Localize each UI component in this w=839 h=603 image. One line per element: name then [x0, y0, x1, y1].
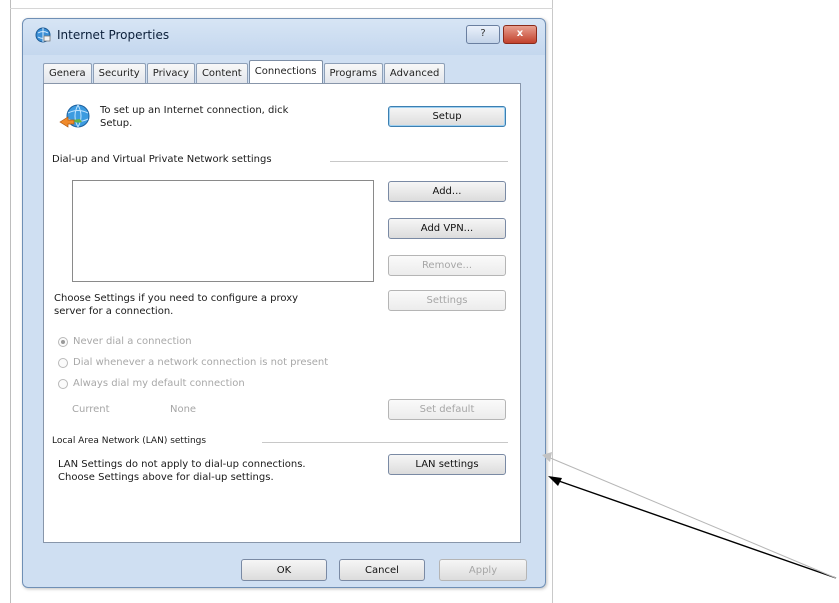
annotation-arrow [542, 452, 837, 579]
arrow-head [548, 476, 562, 486]
tab-connections[interactable]: Connections [248, 60, 323, 83]
arrow-shadow-head [542, 452, 552, 462]
arrow-shaft [555, 479, 837, 579]
arrow-shadow-line [547, 456, 837, 579]
